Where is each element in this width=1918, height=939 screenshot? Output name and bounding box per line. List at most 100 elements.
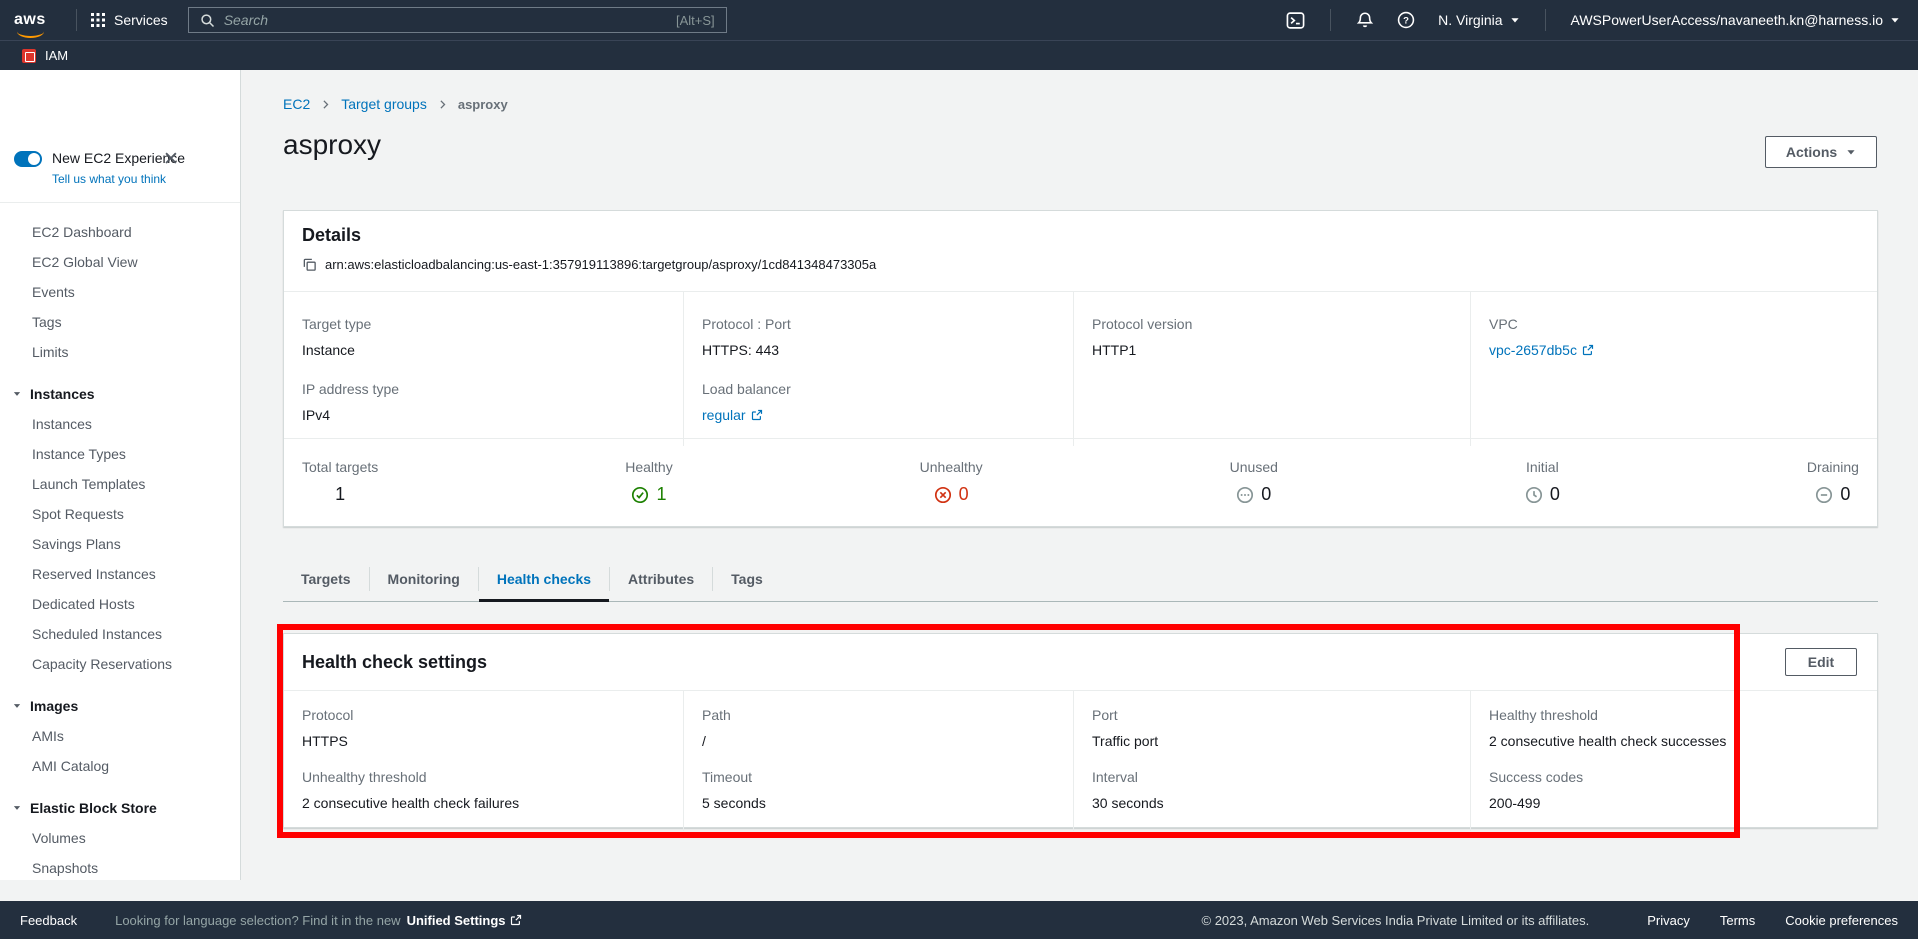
vpc-2657db5c-link[interactable]: vpc-2657db5c — [1489, 342, 1594, 358]
sidebar-section-label: Instances — [30, 386, 95, 402]
stat-unhealthy: Unhealthy0 — [920, 459, 983, 526]
field-value: regular — [702, 407, 1055, 423]
aws-logo-text: aws — [14, 11, 46, 28]
field-label: Unhealthy threshold — [302, 769, 665, 785]
field-label: IP address type — [302, 381, 665, 397]
cloudshell-icon[interactable] — [1286, 11, 1305, 30]
sidebar-item-launch-templates[interactable]: Launch Templates — [0, 469, 240, 499]
footer-link-privacy[interactable]: Privacy — [1647, 913, 1690, 928]
details-card: Details arn:aws:elasticloadbalancing:us-… — [283, 210, 1878, 527]
stat-value: 0 — [1840, 484, 1850, 505]
caret-down-icon — [12, 803, 22, 813]
help-icon[interactable]: ? — [1397, 11, 1415, 29]
external-link-icon — [510, 914, 522, 926]
x-circle-icon — [934, 486, 952, 504]
breadcrumb-link-ec2[interactable]: EC2 — [283, 96, 310, 112]
edit-button[interactable]: Edit — [1785, 648, 1857, 676]
topbar-right-group: ? N. Virginia AWSPowerUserAccess/navanee… — [1286, 9, 1900, 31]
banner-feedback-link[interactable]: Tell us what you think — [52, 172, 185, 186]
external-icon — [751, 409, 763, 421]
stat-value: 0 — [1261, 484, 1271, 505]
field-value: 2 consecutive health check failures — [302, 795, 665, 811]
stat-value: 1 — [335, 484, 345, 505]
search-placeholder: Search — [224, 12, 667, 28]
actions-button-label: Actions — [1786, 144, 1837, 160]
sidebar-section-images[interactable]: Images — [0, 691, 240, 721]
check-circle-icon — [631, 486, 649, 504]
breadcrumb-link-target-groups[interactable]: Target groups — [341, 96, 427, 112]
stat-initial: Initial0 — [1525, 459, 1560, 526]
sidebar-item-capacity-reservations[interactable]: Capacity Reservations — [0, 649, 240, 679]
health-field-port: PortTraffic port — [1092, 707, 1452, 749]
sidebar-item-snapshots[interactable]: Snapshots — [0, 853, 240, 883]
footer-link-terms[interactable]: Terms — [1720, 913, 1755, 928]
health-field-success-codes: Success codes200-499 — [1489, 769, 1859, 811]
search-shortcut-hint: [Alt+S] — [676, 13, 715, 28]
services-menu-button[interactable]: Services — [91, 12, 168, 28]
account-menu[interactable]: AWSPowerUserAccess/navaneeth.kn@harness.… — [1571, 12, 1901, 28]
tab-targets[interactable]: Targets — [283, 556, 369, 601]
chevron-down-icon — [1846, 147, 1856, 157]
sidebar-item-ec2-dashboard[interactable]: EC2 Dashboard — [0, 217, 240, 247]
arn-text: arn:aws:elasticloadbalancing:us-east-1:3… — [325, 257, 876, 272]
sidebar-item-reserved-instances[interactable]: Reserved Instances — [0, 559, 240, 589]
sidebar-item-spot-requests[interactable]: Spot Requests — [0, 499, 240, 529]
details-field-load-balancer: Load balancer regular — [702, 381, 1055, 423]
topbar-divider — [1330, 9, 1331, 31]
details-column: Target typeInstanceIP address typeIPv4 — [284, 292, 683, 446]
field-label: Load balancer — [702, 381, 1055, 397]
region-selector[interactable]: N. Virginia — [1438, 12, 1519, 28]
unified-settings-link[interactable]: Unified Settings — [407, 913, 522, 928]
sidebar-item-amis[interactable]: AMIs — [0, 721, 240, 751]
stat-value: 0 — [959, 484, 969, 505]
favorite-shortcut-iam[interactable]: IAM — [45, 48, 68, 63]
sidebar-item-limits[interactable]: Limits — [0, 337, 240, 367]
health-column: Path/Timeout5 seconds — [683, 691, 1073, 831]
sidebar-item-tags[interactable]: Tags — [0, 307, 240, 337]
field-label: VPC — [1489, 316, 1859, 332]
actions-button[interactable]: Actions — [1765, 136, 1877, 168]
copy-icon[interactable] — [302, 257, 317, 272]
page-title: asproxy — [283, 128, 381, 162]
footer-link-cookie-preferences[interactable]: Cookie preferences — [1785, 913, 1898, 928]
search-input[interactable]: Search [Alt+S] — [188, 7, 727, 33]
sidebar-item-scheduled-instances[interactable]: Scheduled Instances — [0, 619, 240, 649]
sidebar-item-volumes[interactable]: Volumes — [0, 823, 240, 853]
tab-bar: TargetsMonitoringHealth checksAttributes… — [283, 556, 1878, 602]
field-value: HTTPS: 443 — [702, 342, 1055, 358]
console-footer: Feedback Looking for language selection?… — [0, 901, 1918, 939]
field-label: Protocol — [302, 707, 665, 723]
footer-links: Privacy Terms Cookie preferences — [1647, 913, 1898, 928]
stat-total-targets: Total targets1 — [302, 459, 378, 526]
health-field-interval: Interval30 seconds — [1092, 769, 1452, 811]
sidebar-item-instance-types[interactable]: Instance Types — [0, 439, 240, 469]
feedback-button[interactable]: Feedback — [20, 913, 77, 928]
field-value: Traffic port — [1092, 733, 1452, 749]
aws-logo[interactable]: aws — [14, 11, 62, 29]
sidebar-item-events[interactable]: Events — [0, 277, 240, 307]
tab-tags[interactable]: Tags — [713, 556, 781, 601]
region-label: N. Virginia — [1438, 12, 1502, 28]
sidebar-item-ami-catalog[interactable]: AMI Catalog — [0, 751, 240, 781]
tab-monitoring[interactable]: Monitoring — [370, 556, 478, 601]
sidebar-section-instances[interactable]: Instances — [0, 379, 240, 409]
sidebar-item-instances[interactable]: Instances — [0, 409, 240, 439]
stat-label: Healthy — [625, 459, 672, 475]
caret-down-icon — [12, 389, 22, 399]
sidebar-item-savings-plans[interactable]: Savings Plans — [0, 529, 240, 559]
tab-health-checks[interactable]: Health checks — [479, 556, 609, 601]
ellipsis-circle-icon — [1236, 486, 1254, 504]
details-field-vpc: VPC vpc-2657db5c — [1489, 316, 1859, 358]
tab-attributes[interactable]: Attributes — [610, 556, 712, 601]
new-experience-toggle[interactable] — [14, 151, 42, 167]
regular-link[interactable]: regular — [702, 407, 763, 423]
sidebar-section-elastic-block-store[interactable]: Elastic Block Store — [0, 793, 240, 823]
breadcrumb-separator — [436, 98, 449, 111]
topbar-primary-row: aws Services Search [Alt+S] — [0, 0, 1918, 40]
sidebar-item-ec2-global-view[interactable]: EC2 Global View — [0, 247, 240, 277]
sidebar-item-dedicated-hosts[interactable]: Dedicated Hosts — [0, 589, 240, 619]
close-icon[interactable]: ✕ — [163, 150, 179, 169]
field-label: Interval — [1092, 769, 1452, 785]
details-field-target-type: Target typeInstance — [302, 316, 665, 358]
notifications-bell-icon[interactable] — [1356, 11, 1374, 29]
